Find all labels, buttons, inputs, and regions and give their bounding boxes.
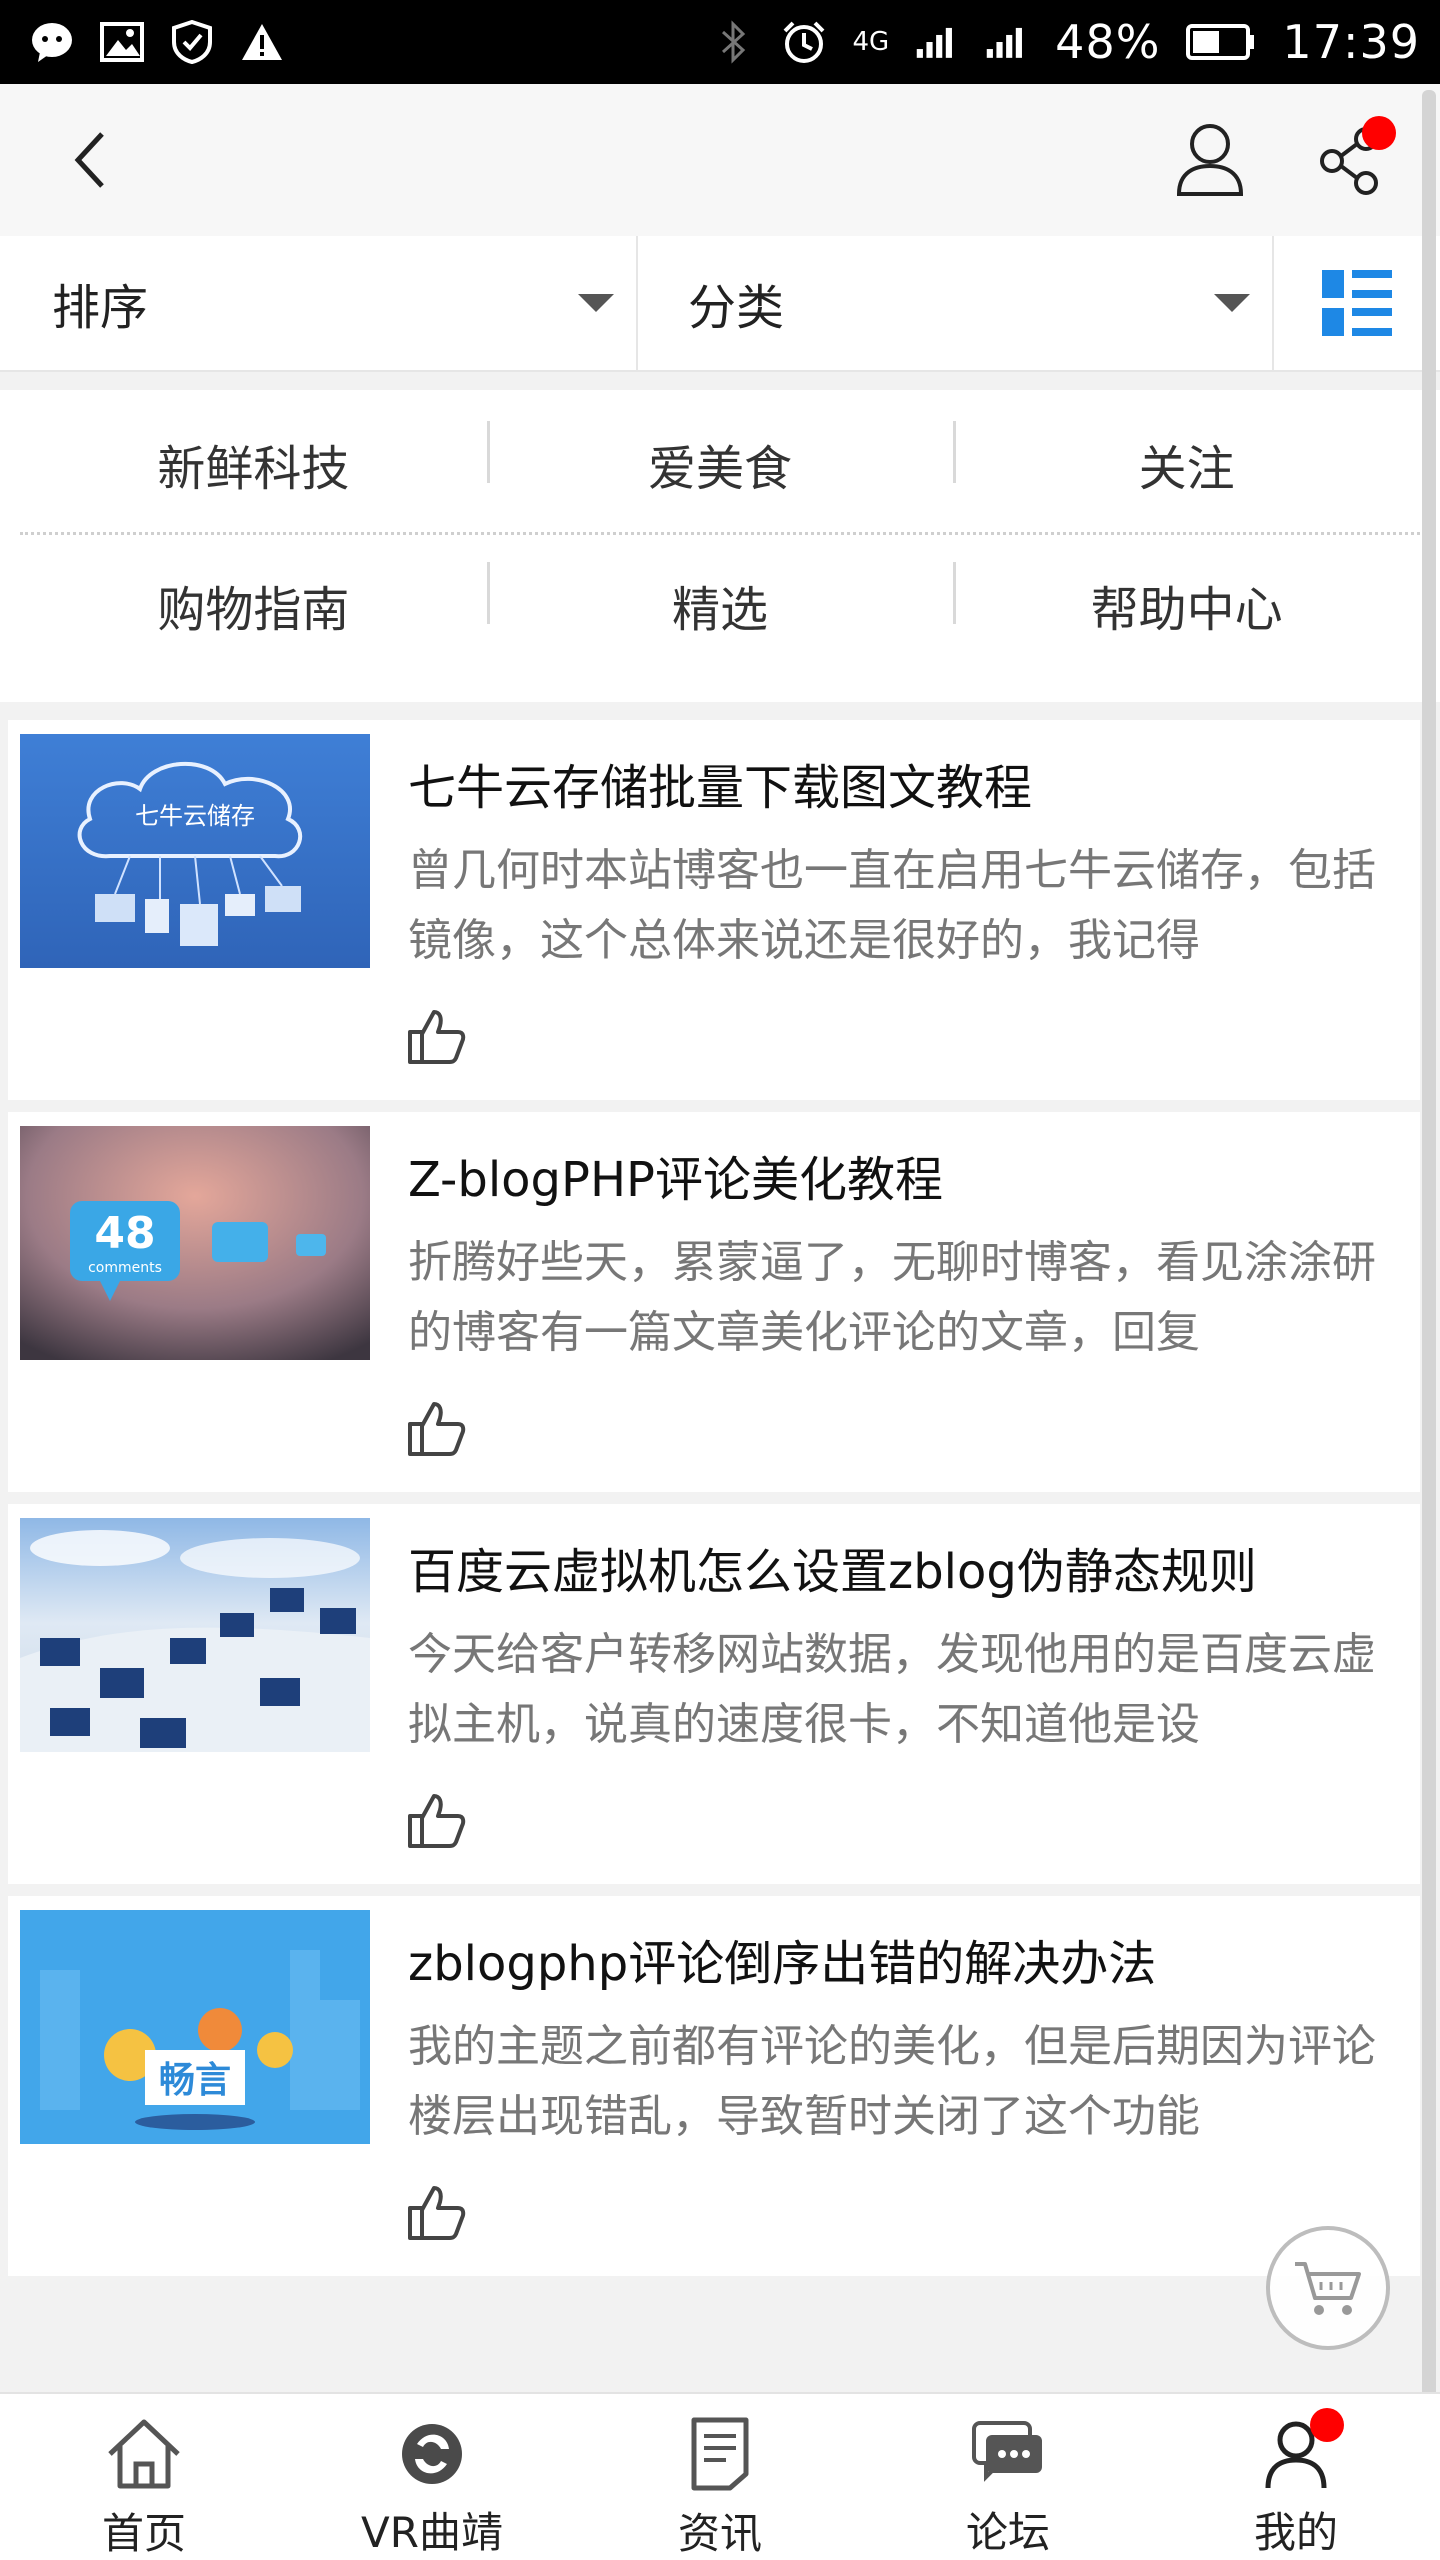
status-bar-notifications	[30, 20, 284, 64]
category-item[interactable]: 爱美食	[486, 420, 954, 499]
news-icon	[680, 2416, 760, 2492]
nav-label: 论坛	[965, 2508, 1050, 2557]
sort-dropdown[interactable]: 排序	[0, 236, 638, 370]
battery-percent: 48%	[1055, 15, 1161, 69]
status-bar: 4G 48% 17:39	[0, 0, 1440, 84]
thumbnail-caption: 七牛云储存	[135, 802, 255, 830]
battery-icon	[1186, 20, 1256, 64]
filter-bar: 排序 分类	[0, 236, 1440, 372]
alarm-icon	[782, 20, 826, 64]
share-button[interactable]	[1300, 110, 1400, 210]
cart-button[interactable]	[1266, 2226, 1390, 2350]
article-thumbnail: 七牛云储存	[20, 734, 370, 968]
warning-icon	[240, 20, 284, 64]
bluetooth-icon	[712, 20, 756, 64]
article-title: Z-blogPHP评论美化教程	[408, 1152, 943, 1208]
nav-item-news[interactable]: 资讯	[576, 2394, 864, 2560]
signal-icon	[915, 20, 959, 64]
nav-label: 我的	[1253, 2508, 1338, 2557]
nav-item-forum[interactable]: 论坛	[864, 2394, 1152, 2560]
category-item[interactable]: 关注	[953, 420, 1420, 499]
category-dropdown[interactable]: 分类	[638, 236, 1274, 370]
article-summary: 我的主题之前都有评论的美化，但是后期因为评论楼层出现错乱，导致暂时关闭了这个功能	[408, 2021, 1376, 2142]
article-card[interactable]: 48 comments Z-blogPHP评论美化教程 折腾好些天，累蒙逼了，无…	[8, 1112, 1420, 1492]
thumbnail-caption: comments	[88, 1260, 162, 1276]
article-list: 七牛云储存 七牛云存储批量下载图文教程 曾几何时本站博客也一直在启用七牛云储存，…	[8, 720, 1420, 2288]
caret-down-icon	[578, 294, 614, 312]
article-thumbnail: 畅言	[20, 1910, 370, 2144]
category-item[interactable]: 购物指南	[20, 570, 487, 640]
back-button[interactable]	[40, 110, 140, 210]
category-label: 分类	[688, 280, 785, 336]
article-summary: 折腾好些天，累蒙逼了，无聊时博客，看见涂涂研的博客有一篇文章美化评论的文章，回复	[408, 1237, 1376, 1358]
nav-label: 首页	[101, 2509, 186, 2558]
network-type: 4G	[852, 27, 890, 57]
sort-label: 排序	[52, 280, 149, 336]
article-thumbnail: 48 comments	[20, 1126, 370, 1360]
category-grid: 新鲜科技 爱美食 关注 购物指南 精选 帮助中心	[0, 390, 1440, 702]
article-title: 百度云虚拟机怎么设置zblog伪静态规则	[408, 1544, 1257, 1600]
article-summary: 曾几何时本站博客也一直在启用七牛云储存，包括镜像，这个总体来说还是很好的，我记得	[408, 845, 1376, 966]
category-item[interactable]: 精选	[486, 562, 954, 640]
notification-badge	[1362, 116, 1396, 150]
signal-icon	[985, 20, 1029, 64]
forum-icon	[968, 2416, 1048, 2491]
user-icon	[1176, 124, 1244, 196]
category-row: 新鲜科技 爱美食 关注	[20, 395, 1420, 535]
nav-label: VR曲靖	[361, 2508, 503, 2557]
article-title: zblogphp评论倒序出错的解决办法	[408, 1936, 1157, 1992]
category-row: 购物指南 精选 帮助中心	[20, 535, 1420, 675]
like-button[interactable]	[404, 1004, 468, 1068]
app-header	[0, 84, 1440, 236]
category-item[interactable]: 新鲜科技	[20, 429, 487, 499]
nav-item-me[interactable]: 我的	[1152, 2394, 1440, 2560]
chevron-left-icon	[74, 132, 104, 188]
status-bar-system: 4G 48% 17:39	[712, 15, 1420, 69]
thumbs-up-icon	[408, 1402, 466, 1456]
nav-item-home[interactable]: 首页	[0, 2394, 288, 2560]
thumbs-up-icon	[408, 1794, 466, 1848]
layout-toggle-button[interactable]	[1274, 236, 1440, 370]
bottom-nav: 首页 VR曲靖 资讯 论坛 我的	[0, 2392, 1440, 2560]
article-card[interactable]: 七牛云储存 七牛云存储批量下载图文教程 曾几何时本站博客也一直在启用七牛云储存，…	[8, 720, 1420, 1100]
thumbnail-caption: 畅言	[159, 2060, 231, 2101]
article-card[interactable]: 百度云虚拟机怎么设置zblog伪静态规则 今天给客户转移网站数据，发现他用的是百…	[8, 1504, 1420, 1884]
user-button[interactable]	[1160, 110, 1260, 210]
chat-icon	[30, 20, 74, 64]
shield-icon	[170, 20, 214, 64]
thumbs-up-icon	[408, 2186, 466, 2240]
list-view-icon	[1322, 270, 1392, 336]
nav-item-vr[interactable]: VR曲靖	[288, 2394, 576, 2560]
article-title: 七牛云存储批量下载图文教程	[408, 760, 1033, 816]
article-summary: 今天给客户转移网站数据，发现他用的是百度云虚拟主机，说真的速度很卡，不知道他是设	[408, 1629, 1376, 1750]
cart-icon	[1295, 2262, 1361, 2315]
thumbs-up-icon	[408, 1010, 466, 1064]
home-icon	[104, 2416, 184, 2492]
thumbnail-caption: 48	[94, 1208, 155, 1259]
like-button[interactable]	[404, 2180, 468, 2244]
like-button[interactable]	[404, 1788, 468, 1852]
caret-down-icon	[1214, 294, 1250, 312]
clock: 17:39	[1282, 15, 1420, 69]
vr-icon	[392, 2416, 472, 2491]
notification-badge	[1310, 2408, 1344, 2442]
image-icon	[100, 20, 144, 64]
like-button[interactable]	[404, 1396, 468, 1460]
nav-label: 资讯	[677, 2509, 762, 2558]
article-thumbnail	[20, 1518, 370, 1752]
article-card[interactable]: 畅言 zblogphp评论倒序出错的解决办法 我的主题之前都有评论的美化，但是后…	[8, 1896, 1420, 2276]
scrollbar[interactable]	[1422, 90, 1436, 2410]
category-item[interactable]: 帮助中心	[953, 562, 1420, 640]
